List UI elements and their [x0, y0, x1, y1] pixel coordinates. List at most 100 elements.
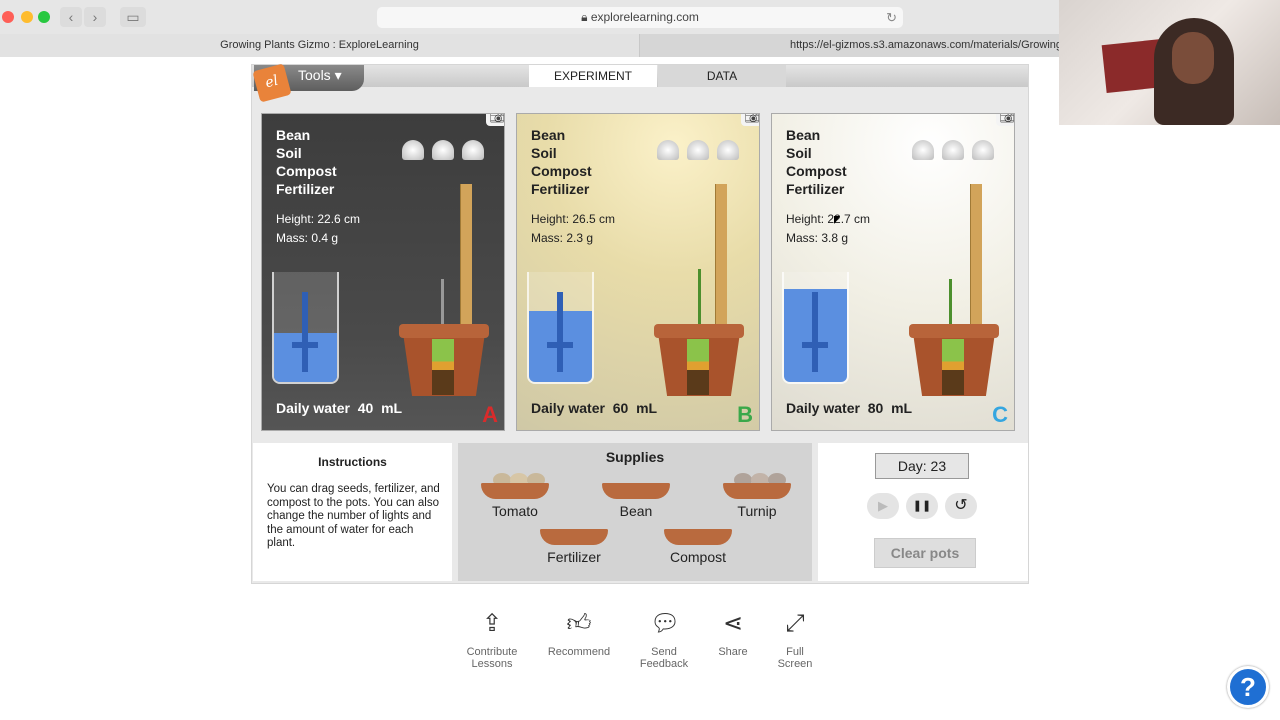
tab-experiment[interactable]: EXPERIMENT — [529, 65, 657, 87]
mouse-cursor — [834, 216, 840, 224]
bowl-icon — [481, 483, 549, 499]
water-beaker[interactable] — [527, 272, 594, 384]
plant-station-a[interactable]: 📷︎ Bean Soil Compost Fertilizer Height: … — [261, 113, 505, 431]
contents-soil: Soil — [531, 145, 557, 161]
height-readout: Height: 22.7 cm — [786, 212, 871, 226]
soil-layers — [687, 339, 709, 395]
soil-layers — [942, 339, 964, 395]
tab-growing-plants[interactable]: Growing Plants Gizmo : ExploreLearning — [0, 34, 640, 57]
daily-water-label: Daily water — [786, 400, 860, 416]
speech-bubble-icon: 💬︎ — [650, 610, 681, 637]
contribute-lessons-button[interactable]: ⇪ Contribute Lessons — [452, 610, 532, 670]
compost-label: Compost — [669, 549, 727, 565]
daily-water-unit: mL — [891, 400, 913, 416]
upload-icon: ⇪ — [481, 610, 503, 637]
daily-water-value[interactable]: 80 — [868, 400, 884, 416]
play-icon[interactable]: ▶ — [867, 493, 899, 519]
bowl-icon — [723, 483, 791, 499]
presenter-face — [1172, 32, 1214, 84]
feedback-label-line1: Send — [651, 646, 677, 658]
pot-rim — [654, 324, 744, 338]
daily-water-label: Daily water — [531, 400, 605, 416]
bowl-icon — [602, 483, 670, 499]
contents-compost: Compost — [786, 163, 847, 179]
gizmo-container: Tools ▾ el EXPERIMENT DATA 📷︎ Bean Soil … — [251, 63, 1029, 584]
contents-fertilizer: Fertilizer — [531, 181, 590, 197]
mass-readout: Mass: 0.4 g — [276, 231, 339, 245]
day-counter: Day: 23 — [875, 453, 969, 479]
grow-lights[interactable] — [402, 124, 492, 170]
supplies-title: Supplies — [605, 449, 665, 465]
daily-water-control[interactable]: Daily water 60 mL — [531, 400, 657, 416]
send-feedback-button[interactable]: 💬︎ Send Feedback — [624, 610, 704, 670]
grow-lights[interactable] — [912, 124, 1002, 170]
soil-layers — [432, 339, 454, 395]
contents-seed: Bean — [531, 127, 566, 143]
station-letter: B — [737, 402, 753, 427]
plant-station-b[interactable]: 📷︎ Bean Soil Compost Fertilizer Height: … — [516, 113, 760, 431]
contents-compost: Compost — [531, 163, 592, 179]
instructions-panel: Instructions You can drag seeds, fertili… — [253, 443, 452, 581]
grow-lights[interactable] — [657, 124, 747, 170]
webcam-video — [1059, 0, 1280, 125]
daily-water-control[interactable]: Daily water 40 mL — [276, 400, 402, 416]
bottom-panels: Instructions You can drag seeds, fertili… — [252, 441, 1028, 583]
daily-water-label: Daily water — [276, 400, 350, 416]
share-icon: ⋖ — [722, 610, 744, 637]
contents-soil: Soil — [276, 145, 302, 161]
pot-rim — [399, 324, 489, 338]
close-window-icon[interactable] — [2, 11, 14, 23]
pause-icon[interactable]: ❚❚ — [906, 493, 938, 519]
recommend-button[interactable]: 👍︎ Recommend — [539, 610, 619, 658]
height-readout: Height: 26.5 cm — [531, 212, 616, 226]
pot-contents: Bean Soil Compost Fertilizer — [786, 126, 847, 198]
daily-water-unit: mL — [636, 400, 658, 416]
gizmo-topbar: Tools ▾ el EXPERIMENT DATA — [252, 63, 1028, 103]
full-screen-label-line1: Full — [786, 646, 804, 658]
contents-fertilizer: Fertilizer — [276, 181, 335, 197]
recommend-label: Recommend — [547, 646, 611, 658]
plant-station-c[interactable]: 📷︎ Bean Soil Compost Fertilizer Height: … — [771, 113, 1015, 431]
full-screen-button[interactable]: ⤢ Full Screen — [755, 610, 835, 670]
station-letter: A — [482, 402, 498, 427]
daily-water-value[interactable]: 60 — [613, 400, 629, 416]
chevron-down-icon: ▾ — [334, 67, 342, 83]
tomato-label: Tomato — [492, 503, 538, 519]
tab-data[interactable]: DATA — [658, 65, 786, 87]
pot-rim — [909, 324, 999, 338]
expand-icon: ⤢ — [785, 610, 805, 637]
contents-compost: Compost — [276, 163, 337, 179]
help-button[interactable]: ? — [1227, 666, 1269, 708]
clear-pots-button[interactable]: Clear pots — [874, 538, 976, 568]
tab-strip: Growing Plants Gizmo : ExploreLearning h… — [0, 34, 1060, 57]
daily-water-control[interactable]: Daily water 80 mL — [786, 400, 912, 416]
reload-icon[interactable]: ↻ — [886, 7, 897, 28]
full-screen-label-line2: Screen — [777, 658, 813, 670]
tools-label: Tools — [298, 67, 331, 83]
simulation-controls: Day: 23 ▶ ❚❚ ↺ Clear pots — [818, 443, 1028, 581]
bowl-icon — [540, 529, 608, 545]
plant-stats: Height: 22.6 cm Mass: 0.4 g — [276, 210, 360, 248]
reset-icon[interactable]: ↺ — [945, 493, 977, 519]
back-arrow-icon[interactable]: ‹ — [60, 7, 82, 27]
contents-seed: Bean — [276, 127, 311, 143]
tab-s3-materials[interactable]: https://el-gizmos.s3.amazonaws.com/mater… — [640, 34, 1060, 57]
sidebar-toggle-icon[interactable]: ▭ — [120, 7, 146, 27]
height-readout: Height: 22.6 cm — [276, 212, 361, 226]
bowl-icon — [664, 529, 732, 545]
mass-readout: Mass: 2.3 g — [531, 231, 594, 245]
fertilizer-label: Fertilizer — [547, 549, 601, 565]
address-bar[interactable]: 🔒︎ explorelearning.com ↻ — [377, 7, 903, 28]
station-letter: C — [992, 402, 1008, 427]
water-beaker[interactable] — [782, 272, 849, 384]
minimize-window-icon[interactable] — [21, 11, 33, 23]
thumbs-up-icon: 👍︎ — [566, 610, 592, 637]
forward-arrow-icon[interactable]: › — [84, 7, 106, 27]
pot-contents: Bean Soil Compost Fertilizer — [531, 126, 592, 198]
turnip-label: Turnip — [737, 503, 777, 519]
daily-water-value[interactable]: 40 — [358, 400, 374, 416]
maximize-window-icon[interactable] — [38, 11, 50, 23]
water-beaker[interactable] — [272, 272, 339, 384]
contribute-label-line2: Lessons — [471, 658, 513, 670]
lock-icon: 🔒︎ — [581, 10, 591, 24]
